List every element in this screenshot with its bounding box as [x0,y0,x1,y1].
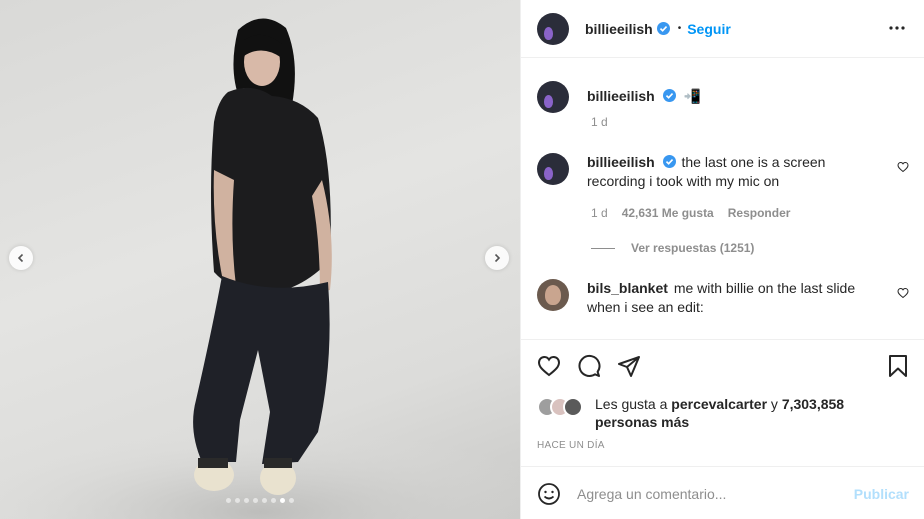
carousel-dot [262,498,267,503]
more-horizontal-icon[interactable] [888,19,906,37]
share-paper-plane-icon[interactable] [617,354,641,378]
follow-button[interactable]: Seguir [687,21,731,37]
publish-button[interactable]: Publicar [854,486,909,502]
likes-summary: Les gusta a percevalcarter y 7,303,858 p… [537,395,845,431]
carousel-dot [226,498,231,503]
caption-time[interactable]: 1 d [591,115,608,129]
carousel-prev-button[interactable] [9,246,33,270]
post-actions-section: Les gusta a percevalcarter y 7,303,858 p… [521,339,924,467]
instagram-post: billieeilish • Seguir billieeilish 📲 1 d [0,0,924,519]
likes-prefix: Les gusta a [595,396,668,412]
avatar[interactable] [537,12,569,45]
view-replies-button[interactable]: Ver respuestas (1251) [591,241,754,255]
comment-bubble-icon[interactable] [577,354,601,378]
comment-username[interactable]: bils_blanket [587,280,668,296]
view-replies-label: Ver respuestas (1251) [631,241,755,255]
liker-avatars [537,397,591,417]
like-heart-icon[interactable] [537,354,561,378]
reply-button[interactable]: Responder [728,206,791,220]
comment-time[interactable]: 1 d [591,206,608,220]
post-sidebar: billieeilish • Seguir billieeilish 📲 1 d [520,0,924,519]
comment-composer: Publicar [521,468,924,519]
avatar [563,397,583,417]
post-photo [0,18,520,519]
carousel-dot [280,498,285,503]
comment-like-icon[interactable] [897,161,909,173]
chevron-left-icon [17,253,24,263]
verified-badge-icon [662,89,676,102]
save-bookmark-icon[interactable] [887,354,909,378]
verified-badge-icon [662,155,676,168]
header-username[interactable]: billieeilish [585,21,653,37]
caption-username[interactable]: billieeilish [587,88,655,104]
carousel-dot [271,498,276,503]
avatar[interactable] [537,81,569,113]
chevron-right-icon [494,253,501,263]
caption-meta: 1 d [591,115,608,129]
separator-dot: • [677,23,682,34]
post-header: billieeilish • Seguir [521,0,924,58]
comment-meta: 1 d 42,631 Me gusta Responder [591,206,790,220]
post-time-ago[interactable]: HACE UN DÍA [537,440,605,451]
carousel-indicators [0,498,520,503]
caption: billieeilish 📲 [537,81,909,113]
comments-section[interactable]: billieeilish 📲 1 d billieeilish the last… [521,59,924,339]
comment-item: billieeilish the last one is a screen re… [537,153,909,191]
comment-input[interactable] [577,485,837,502]
avatar[interactable] [537,153,569,185]
comment-username[interactable]: billieeilish [587,154,655,170]
verified-badge-icon [656,22,670,35]
liker-username[interactable]: percevalcarter [671,396,767,412]
carousel-next-button[interactable] [485,246,509,270]
likes-conjunction: y [770,396,778,412]
action-bar [537,354,909,378]
emoji-icon[interactable] [537,482,561,506]
avatar[interactable] [537,279,569,311]
comment-like-icon[interactable] [897,287,909,299]
carousel-dot [244,498,249,503]
comment-item: bils_blanket me with billie on the last … [537,279,909,317]
likes-text: Les gusta a percevalcarter y 7,303,858 p… [595,395,845,431]
carousel-dot [289,498,294,503]
caption-text: 📲 [683,88,701,104]
comment-likes[interactable]: 42,631 Me gusta [622,206,714,220]
carousel-dot [253,498,258,503]
carousel-dot [235,498,240,503]
post-media[interactable] [0,0,520,519]
